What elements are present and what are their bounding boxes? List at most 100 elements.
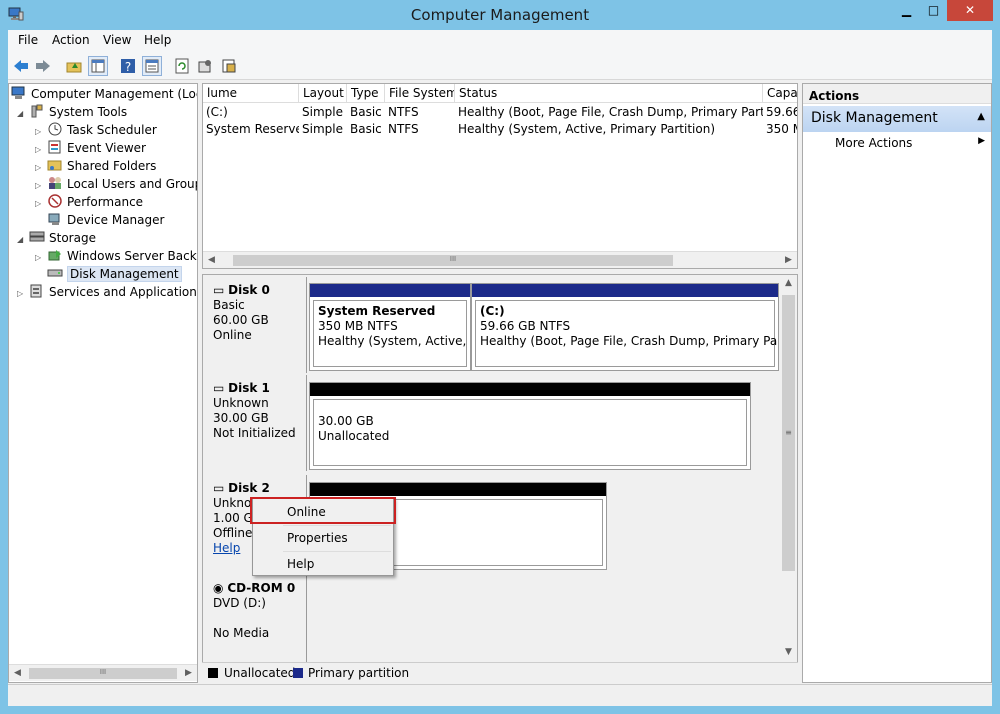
disk-0-label[interactable]: ▭ Disk 0 Basic 60.00 GB Online — [203, 277, 307, 373]
actions-section-disk-management[interactable]: Disk Management ▲ — [803, 106, 991, 132]
tree-item-performance[interactable]: ▷ Performance — [35, 194, 143, 212]
collapsed-chevron-icon[interactable]: ▷ — [35, 163, 47, 172]
tree-item-disk-management[interactable]: Disk Management — [35, 266, 182, 284]
column-header-layout[interactable]: Layout — [299, 84, 347, 103]
partition-details: System Reserved 350 MB NTFS Healthy (Sys… — [313, 300, 470, 367]
disk-name: CD-ROM 0 — [227, 581, 296, 595]
scroll-right-icon[interactable]: ▶ — [780, 252, 797, 268]
disk-state: Online — [213, 328, 252, 342]
collapsed-chevron-icon[interactable]: ▷ — [17, 289, 29, 298]
tree-item-shared-folders[interactable]: ▷ Shared Folders — [35, 158, 156, 176]
disk-type: DVD (D:) — [213, 596, 266, 610]
context-menu-help[interactable]: Help — [253, 553, 393, 575]
tree-item-computer-management[interactable]: Computer Management (Local — [11, 86, 198, 104]
menu-action[interactable]: Action — [52, 33, 90, 47]
menu-view[interactable]: View — [103, 33, 131, 47]
tree-horizontal-scrollbar[interactable]: ◀ III ▶ — [9, 664, 197, 681]
export-icon[interactable] — [219, 56, 239, 76]
cell-volume: System Reserved — [206, 122, 299, 136]
scroll-up-icon[interactable]: ▲ — [780, 275, 797, 292]
up-folder-icon[interactable] — [64, 56, 84, 76]
expanded-chevron-icon[interactable]: ◢ — [17, 109, 29, 118]
tree-item-device-manager[interactable]: Device Manager — [35, 212, 164, 230]
column-header-capacity[interactable]: Capa — [763, 84, 797, 103]
disk-view-vertical-scrollbar[interactable]: ▲ ≡ ▼ — [780, 275, 797, 661]
partition-system-reserved[interactable]: System Reserved 350 MB NTFS Healthy (Sys… — [309, 283, 471, 371]
forward-arrow-icon[interactable] — [33, 56, 53, 76]
context-menu-properties[interactable]: Properties — [253, 527, 393, 549]
cell-type: Basic — [350, 105, 382, 119]
shared-folder-icon — [47, 158, 63, 172]
disk-name: Disk 2 — [228, 481, 270, 495]
partition-status: Healthy (Boot, Page File, Crash Dump, Pr… — [480, 334, 778, 348]
refresh-icon[interactable] — [172, 56, 192, 76]
console-tree: Computer Management (Local ◢ System Tools… — [8, 83, 198, 683]
scroll-thumb[interactable]: III — [233, 255, 673, 266]
unallocated-bar — [310, 383, 750, 396]
column-header-file-system[interactable]: File System — [385, 84, 455, 103]
disk-name: Disk 1 — [228, 381, 270, 395]
tree-item-system-tools[interactable]: ◢ System Tools — [17, 104, 127, 122]
collapsed-chevron-icon[interactable]: ▷ — [35, 199, 47, 208]
partition-details: 30.00 GB Unallocated — [313, 399, 747, 466]
primary-partition-bar — [310, 284, 470, 297]
collapse-up-icon[interactable]: ▲ — [977, 111, 985, 122]
scroll-left-icon[interactable]: ◀ — [203, 252, 220, 268]
column-header-status[interactable]: Status — [455, 84, 763, 103]
close-button[interactable]: ✕ — [947, 0, 993, 21]
tree-item-windows-server-backup[interactable]: ▷ Windows Server Backup — [35, 248, 198, 266]
disk-size: 30.00 GB — [213, 411, 269, 425]
collapsed-chevron-icon[interactable]: ▷ — [35, 127, 47, 136]
tree-item-event-viewer[interactable]: ▷ Event Viewer — [35, 140, 146, 158]
disk-icon: ▭ — [213, 381, 225, 395]
scroll-right-icon[interactable]: ▶ — [180, 665, 197, 682]
expanded-chevron-icon[interactable]: ◢ — [17, 235, 29, 244]
event-viewer-icon — [47, 140, 63, 154]
disk-icon: ▭ — [213, 283, 225, 297]
disk-graphical-view: ▭ Disk 0 Basic 60.00 GB Online System Re… — [202, 274, 798, 682]
collapsed-chevron-icon[interactable]: ▷ — [35, 253, 47, 262]
actions-section-label: Disk Management — [811, 110, 938, 126]
volume-list-horizontal-scrollbar[interactable]: ◀ III ▶ — [203, 251, 797, 268]
scroll-down-icon[interactable]: ▼ — [780, 644, 797, 661]
svg-text:?: ? — [125, 60, 131, 74]
minimize-button[interactable]: ▁ — [893, 0, 920, 21]
cell-layout: Simple — [302, 122, 343, 136]
show-hide-tree-icon[interactable] — [88, 56, 108, 76]
back-arrow-icon[interactable] — [11, 56, 31, 76]
cdrom-0-label[interactable]: ◉ CD-ROM 0 DVD (D:) No Media — [203, 575, 307, 663]
cell-type: Basic — [350, 122, 382, 136]
tree-item-label: Services and Applications — [49, 285, 198, 299]
partition-disk1-unallocated[interactable]: 30.00 GB Unallocated — [309, 382, 751, 470]
partition-c-drive[interactable]: (C:) 59.66 GB NTFS Healthy (Boot, Page F… — [471, 283, 779, 371]
tree-item-storage[interactable]: ◢ Storage — [17, 230, 96, 248]
help-icon[interactable]: ? — [118, 56, 138, 76]
scroll-thumb[interactable]: III — [29, 668, 177, 679]
menu-help[interactable]: Help — [144, 33, 171, 47]
disk-1-label[interactable]: ▭ Disk 1 Unknown 30.00 GB Not Initialize… — [203, 375, 307, 471]
properties-icon[interactable] — [142, 56, 162, 76]
users-icon — [47, 176, 63, 190]
tree-item-label: Shared Folders — [67, 159, 157, 173]
partition-size: 30.00 GB — [318, 414, 374, 428]
collapsed-chevron-icon[interactable]: ▷ — [35, 181, 47, 190]
tree-item-task-scheduler[interactable]: ▷ Task Scheduler — [35, 122, 157, 140]
settings-icon[interactable] — [195, 56, 215, 76]
column-header-volume[interactable]: lume — [203, 84, 299, 103]
volume-list: lume Layout Type File System Status Capa… — [202, 83, 798, 269]
tree-item-label: Windows Server Backup — [67, 249, 198, 263]
maximize-button[interactable]: □ — [920, 0, 947, 21]
tree-item-services-applications[interactable]: ▷ Services and Applications — [17, 284, 198, 302]
more-actions-item[interactable]: More Actions ▶ — [835, 136, 985, 150]
scroll-left-icon[interactable]: ◀ — [9, 665, 26, 682]
tree-item-label: Computer Management (Local — [31, 87, 198, 101]
tree-item-local-users-groups[interactable]: ▷ Local Users and Groups — [35, 176, 197, 194]
disk-type: Unknown — [213, 396, 269, 410]
column-header-type[interactable]: Type — [347, 84, 385, 103]
collapsed-chevron-icon[interactable]: ▷ — [35, 145, 47, 154]
menu-file[interactable]: File — [18, 33, 38, 47]
tree-item-label: Performance — [67, 195, 144, 209]
cell-layout: Simple — [302, 105, 343, 119]
title-bar[interactable]: Computer Management ▁ □ ✕ — [0, 0, 1000, 30]
scroll-thumb[interactable]: ≡ — [782, 295, 795, 571]
